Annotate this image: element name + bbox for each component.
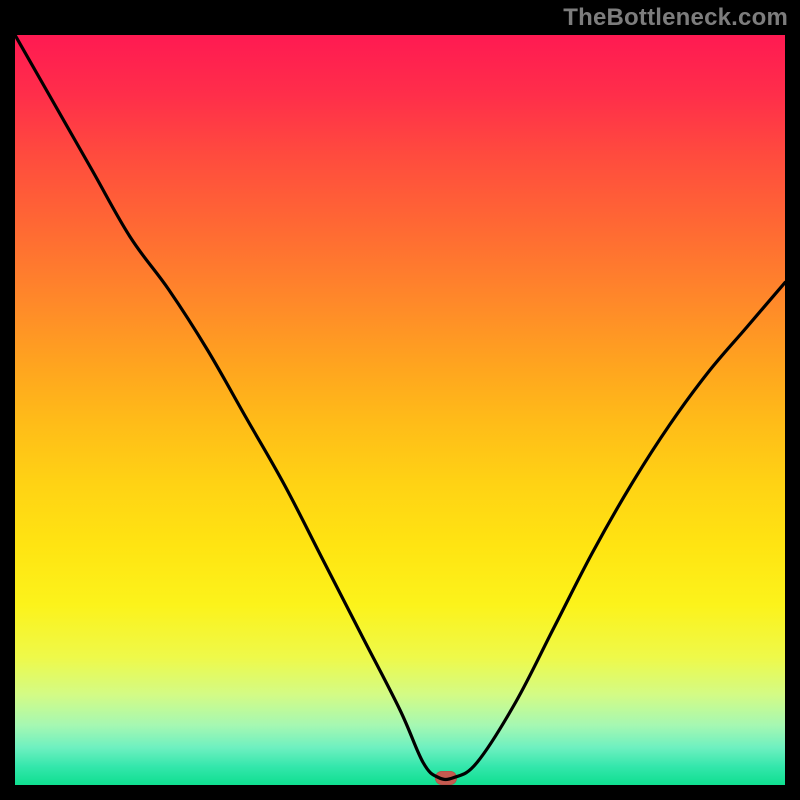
watermark-text: TheBottleneck.com	[563, 4, 788, 32]
plot-area	[15, 35, 785, 785]
bottleneck-curve	[15, 35, 785, 785]
chart-frame: TheBottleneck.com	[0, 0, 800, 800]
